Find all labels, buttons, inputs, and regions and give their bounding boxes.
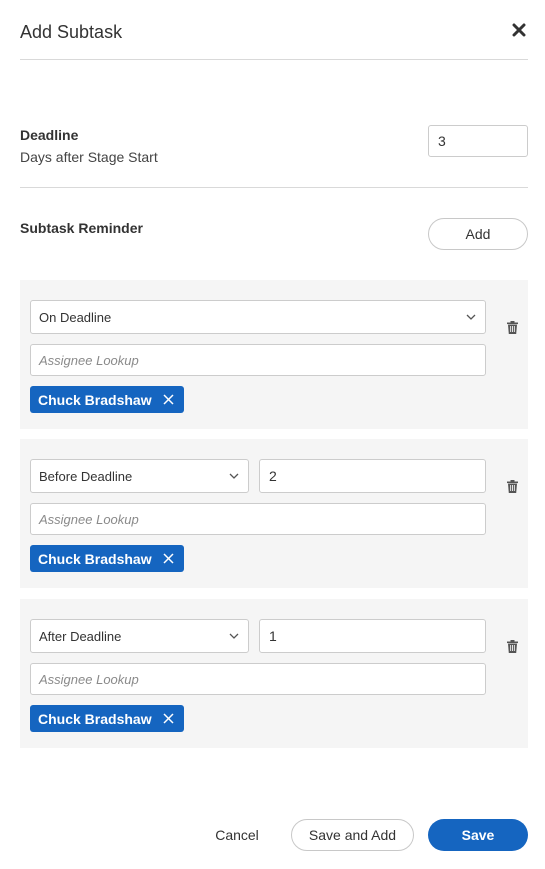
close-icon[interactable] xyxy=(162,552,176,566)
assignee-lookup-input[interactable]: Assignee Lookup xyxy=(30,503,486,535)
reminder-timing-value: On Deadline xyxy=(39,309,112,325)
close-icon[interactable] xyxy=(510,20,528,40)
assignee-chip-label: Chuck Bradshaw xyxy=(38,391,152,408)
assignee-chip-label: Chuck Bradshaw xyxy=(38,550,152,567)
reminder-card: After Deadline 1 Assignee Lookup Chuck B… xyxy=(20,599,528,748)
deadline-section: Deadline Days after Stage Start 3 xyxy=(20,60,528,188)
reminder-timing-value: Before Deadline xyxy=(39,468,133,484)
chevron-down-icon xyxy=(465,311,477,323)
reminder-timing-select[interactable]: After Deadline xyxy=(30,619,249,653)
trash-icon[interactable] xyxy=(506,479,518,493)
reminder-card: Before Deadline 2 Assignee Lookup Chuck … xyxy=(20,439,528,588)
chevron-down-icon xyxy=(228,470,240,482)
reminder-days-input[interactable]: 2 xyxy=(259,459,486,493)
subtask-reminder-label: Subtask Reminder xyxy=(20,220,143,236)
assignee-chip: Chuck Bradshaw xyxy=(30,386,184,413)
assignee-lookup-input[interactable]: Assignee Lookup xyxy=(30,663,486,695)
save-button[interactable]: Save xyxy=(428,819,528,851)
trash-icon[interactable] xyxy=(506,320,518,334)
deadline-label: Deadline xyxy=(20,127,79,143)
reminder-timing-select[interactable]: Before Deadline xyxy=(30,459,249,493)
dialog-header: Add Subtask xyxy=(20,0,528,60)
assignee-lookup-input[interactable]: Assignee Lookup xyxy=(30,344,486,376)
close-icon[interactable] xyxy=(162,712,176,726)
add-reminder-button[interactable]: Add xyxy=(428,218,528,250)
assignee-chip: Chuck Bradshaw xyxy=(30,705,184,732)
deadline-days-input[interactable]: 3 xyxy=(428,125,528,157)
reminder-days-input[interactable]: 1 xyxy=(259,619,486,653)
assignee-chip-label: Chuck Bradshaw xyxy=(38,710,152,727)
reminder-timing-select[interactable]: On Deadline xyxy=(30,300,486,334)
deadline-sublabel: Days after Stage Start xyxy=(20,149,158,165)
close-icon[interactable] xyxy=(162,393,176,407)
chevron-down-icon xyxy=(228,630,240,642)
trash-icon[interactable] xyxy=(506,639,518,653)
save-and-add-button[interactable]: Save and Add xyxy=(291,819,414,851)
dialog-title: Add Subtask xyxy=(20,22,123,42)
cancel-button[interactable]: Cancel xyxy=(207,820,267,850)
assignee-chip: Chuck Bradshaw xyxy=(30,545,184,572)
reminder-timing-value: After Deadline xyxy=(39,628,122,644)
reminder-card: On Deadline Assignee Lookup Chuck Bradsh… xyxy=(20,280,528,429)
